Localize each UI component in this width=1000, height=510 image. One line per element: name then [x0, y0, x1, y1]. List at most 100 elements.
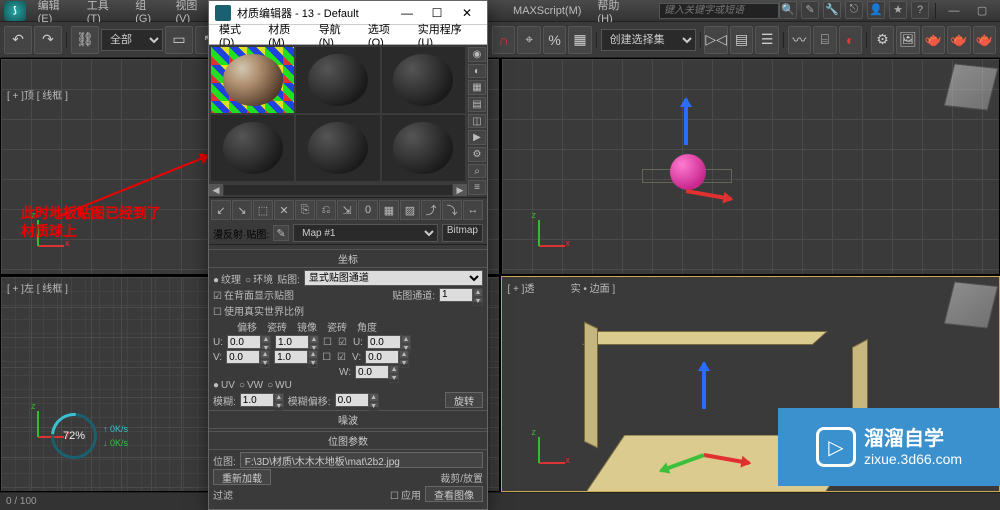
section-bitmap[interactable]: 位图参数: [209, 431, 487, 450]
reset-icon[interactable]: ✕: [274, 200, 294, 220]
menu-maxscript[interactable]: MAXScript(M): [505, 2, 589, 20]
u-tile[interactable]: ▲▼: [275, 335, 319, 349]
get-material-icon[interactable]: ↙: [211, 200, 231, 220]
material-slot-2[interactable]: [296, 47, 379, 113]
link-icon[interactable]: ⎋: [845, 1, 863, 19]
help-search-input[interactable]: [659, 3, 779, 19]
window-minimize[interactable]: —: [942, 1, 966, 21]
rotate-button[interactable]: 旋转: [445, 392, 483, 408]
cb-show-back[interactable]: 在背面显示贴图: [213, 287, 294, 302]
u-tile-cb[interactable]: [338, 337, 349, 348]
radio-texture[interactable]: 纹理: [213, 271, 241, 286]
viewport-front[interactable]: xz: [501, 58, 1000, 275]
sibling-icon[interactable]: ↔: [463, 200, 483, 220]
v-mirror[interactable]: [322, 352, 333, 363]
crop-apply-cb[interactable]: 应用: [390, 487, 421, 502]
render-icon[interactable]: 🫖: [922, 26, 945, 54]
window-restore[interactable]: ▢: [970, 1, 994, 21]
video-check-icon[interactable]: ◫: [468, 114, 486, 129]
copy-icon[interactable]: ⎘: [295, 200, 315, 220]
named-selection-set[interactable]: 创建选择集: [601, 29, 696, 51]
schematic-icon[interactable]: ⌸: [813, 26, 836, 54]
bluroff-spinner[interactable]: ▲▼: [335, 393, 379, 407]
render-setup-icon[interactable]: ⚙: [871, 26, 894, 54]
selection-filter[interactable]: 全部: [101, 29, 163, 51]
make-unique-icon[interactable]: ⎌: [316, 200, 336, 220]
select-icon[interactable]: ▭: [165, 26, 193, 54]
mapping-select[interactable]: 显式贴图通道: [304, 270, 483, 286]
curve-editor-icon[interactable]: 〰: [788, 26, 811, 54]
radio-wu[interactable]: WU: [267, 380, 292, 391]
align-icon[interactable]: ▤: [730, 26, 753, 54]
section-coords[interactable]: 坐标: [209, 249, 487, 268]
material-editor-icon[interactable]: ◐: [839, 26, 862, 54]
put-lib-icon[interactable]: ⇲: [337, 200, 357, 220]
cb-realworld[interactable]: 使用真实世界比例: [213, 303, 304, 318]
put-to-scene-icon[interactable]: ↘: [232, 200, 252, 220]
options-icon[interactable]: ⚙: [468, 147, 486, 162]
material-slot-5[interactable]: [296, 115, 379, 181]
view-image-button[interactable]: 查看图像: [425, 486, 483, 502]
map-type: Bitmap: [442, 224, 483, 242]
layers-icon[interactable]: ☰: [755, 26, 778, 54]
material-slot-1[interactable]: [211, 47, 294, 113]
mat-id-icon[interactable]: 0: [358, 200, 378, 220]
bitmap-path-button[interactable]: F:\3D\材质\木木木地板\mat\2b2.jpg: [240, 452, 483, 468]
quick-render-icon[interactable]: 🫖: [947, 26, 970, 54]
script-icon[interactable]: ✎: [801, 1, 819, 19]
viewcube[interactable]: [944, 281, 999, 328]
select-by-mat-icon[interactable]: ⌕: [468, 164, 486, 179]
radio-vw[interactable]: VW: [239, 380, 263, 391]
backlight-icon[interactable]: ◐: [468, 64, 486, 79]
radio-environ[interactable]: 环境: [245, 271, 273, 286]
grid-snap-icon[interactable]: ▦: [568, 26, 591, 54]
hdr-angle: 角度: [357, 319, 377, 334]
material-slot-3[interactable]: [382, 47, 465, 113]
u-angle[interactable]: ▲▼: [367, 335, 411, 349]
sample-type-icon[interactable]: ◉: [468, 47, 486, 62]
undo-icon[interactable]: ↶: [4, 26, 32, 54]
render-region-icon[interactable]: 🫖: [973, 26, 996, 54]
material-slot-6[interactable]: [382, 115, 465, 181]
v-tile-cb[interactable]: [337, 352, 348, 363]
pick-map-icon[interactable]: ✎: [273, 225, 289, 241]
go-forward-icon[interactable]: ⤵: [442, 200, 462, 220]
reload-button[interactable]: 重新加载: [213, 469, 271, 485]
search-icon[interactable]: 🔍: [779, 1, 797, 19]
link-tool-icon[interactable]: ⛓: [71, 26, 99, 54]
magnet-icon[interactable]: ∩: [492, 26, 515, 54]
radio-uv[interactable]: UV: [213, 380, 235, 391]
v-angle[interactable]: ▲▼: [365, 350, 409, 364]
uv-tile-icon[interactable]: ▤: [468, 97, 486, 112]
blur-spinner[interactable]: ▲▼: [240, 393, 284, 407]
u-offset[interactable]: ▲▼: [227, 335, 271, 349]
background-icon[interactable]: ▦: [468, 80, 486, 95]
show-map-icon[interactable]: ▦: [379, 200, 399, 220]
render-frame-icon[interactable]: 🖼: [896, 26, 919, 54]
user-icon[interactable]: 👤: [867, 1, 885, 19]
help-icon[interactable]: ?: [911, 1, 929, 19]
assign-icon[interactable]: ⬚: [253, 200, 273, 220]
material-slot-scrollbar[interactable]: ◀▶: [209, 183, 467, 197]
map-name-select[interactable]: Map #1: [293, 224, 438, 242]
percent-icon[interactable]: %: [543, 26, 566, 54]
show-end-icon[interactable]: ▨: [400, 200, 420, 220]
hdr-offset: 偏移: [237, 319, 257, 334]
star-icon[interactable]: ★: [889, 1, 907, 19]
mirror-icon[interactable]: ▷◁: [704, 26, 728, 54]
u-mirror[interactable]: [323, 337, 334, 348]
section-noise[interactable]: 噪波: [209, 410, 487, 429]
v-offset[interactable]: ▲▼: [226, 350, 270, 364]
bluroff-label: 模糊偏移:: [288, 393, 331, 408]
wrench-icon[interactable]: 🔧: [823, 1, 841, 19]
material-slot-4[interactable]: [211, 115, 294, 181]
w-angle[interactable]: ▲▼: [355, 365, 399, 379]
v-tile[interactable]: ▲▼: [274, 350, 318, 364]
preview-icon[interactable]: ▶: [468, 130, 486, 145]
redo-icon[interactable]: ↷: [34, 26, 62, 54]
snap-icon[interactable]: ⌖: [517, 26, 540, 54]
mat-list-icon[interactable]: ≡: [468, 180, 486, 195]
go-parent-icon[interactable]: ⤴: [421, 200, 441, 220]
map-channel-spinner[interactable]: ▲▼: [439, 288, 483, 302]
hdr-tile: 瓷砖: [267, 319, 287, 334]
